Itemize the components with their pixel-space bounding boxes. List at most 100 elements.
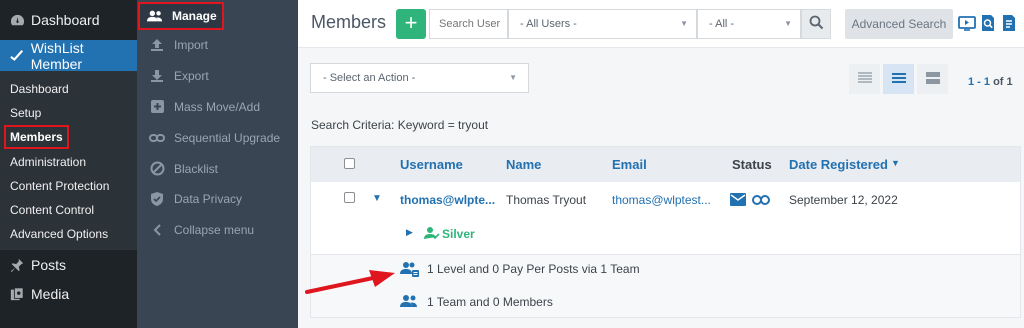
wp-submenu-content-protection[interactable]: Content Protection <box>0 174 137 198</box>
wlm-nav-sequential-upgrade[interactable]: Sequential Upgrade <box>137 122 298 153</box>
chevron-down-icon: ▼ <box>784 19 792 28</box>
ban-icon <box>149 161 165 177</box>
wp-menu-wishlist-member[interactable]: WishList Member <box>0 39 137 72</box>
list-compact-icon <box>857 71 873 88</box>
annotation-arrow <box>305 270 395 294</box>
checkmark-icon <box>9 48 25 64</box>
wp-menu-wishlist-member-label: WishList Member <box>30 39 84 72</box>
wp-menu-posts[interactable]: Posts <box>0 250 137 279</box>
wlm-nav-sequential-upgrade-label: Sequential Upgrade <box>174 130 281 145</box>
wp-menu-dashboard[interactable]: Dashboard <box>0 0 137 40</box>
view-compact-button[interactable] <box>849 64 880 94</box>
advanced-search-button[interactable]: Advanced Search <box>845 9 953 39</box>
search-user-input[interactable] <box>429 9 508 39</box>
list-icon <box>891 71 907 88</box>
sort-desc-icon[interactable]: ▼ <box>891 158 900 168</box>
wlm-nav-export-label: Export <box>174 69 209 84</box>
member-date-registered: September 12, 2022 <box>789 193 898 207</box>
all-filter-select[interactable]: - All - ▼ <box>697 9 801 39</box>
pagination-total: of 1 <box>993 76 1013 88</box>
video-tutorial-icon[interactable] <box>958 14 976 32</box>
chevron-left-icon <box>149 222 165 238</box>
wp-menu-dashboard-label: Dashboard <box>31 12 100 28</box>
member-name: Thomas Tryout <box>506 193 587 207</box>
column-date-registered[interactable]: Date Registered <box>789 157 888 172</box>
team-levels-icon <box>400 261 420 277</box>
wlm-nav-blacklist-label: Blacklist <box>174 161 219 176</box>
page-title: Members <box>311 12 387 32</box>
link-icon <box>149 130 165 146</box>
wlm-nav-data-privacy-label: Data Privacy <box>174 192 243 207</box>
wlm-nav-collapse-menu[interactable]: Collapse menu <box>137 215 298 246</box>
members-header: Members + - All Users - ▼ - All - ▼ Adva… <box>298 0 1024 48</box>
wp-submenu-setup[interactable]: Setup <box>0 101 137 125</box>
member-level-silver[interactable]: Silver <box>442 227 475 241</box>
add-member-button[interactable]: + <box>396 9 426 39</box>
wlm-nav-mass-move[interactable]: Mass Move/Add <box>137 92 298 123</box>
users-filter-value: - All Users - <box>520 18 577 30</box>
table-header: Username Name Email Status Date Register… <box>311 147 1020 182</box>
wlm-nav: Manage Import Export Mass Move/Add Seque… <box>137 0 298 328</box>
wp-submenu-administration[interactable]: Administration <box>0 150 137 174</box>
main-content: Members + - All Users - ▼ - All - ▼ Adva… <box>298 0 1024 328</box>
envelope-icon[interactable] <box>730 193 746 206</box>
search-criteria: Search Criteria: Keyword = tryout <box>311 118 489 132</box>
wp-menu-bottom: Posts Media <box>0 250 137 308</box>
wlm-nav-blacklist[interactable]: Blacklist <box>137 153 298 184</box>
select-action-dropdown[interactable]: - Select an Action - ▼ <box>310 63 529 93</box>
wlm-nav-export[interactable]: Export <box>137 61 298 92</box>
column-name[interactable]: Name <box>506 157 541 172</box>
pagination-range[interactable]: 1 - 1 <box>968 76 990 88</box>
wp-menu-posts-label: Posts <box>31 256 67 273</box>
wp-submenu-members-row: Members <box>0 125 137 150</box>
member-username[interactable]: thomas@wlpte... <box>400 193 495 207</box>
select-action-value: - Select an Action - <box>323 72 416 84</box>
chevron-down-icon: ▼ <box>509 73 517 82</box>
view-expanded-button[interactable] <box>917 64 948 94</box>
dashboard-icon <box>9 12 25 28</box>
plus-square-icon <box>149 99 165 115</box>
pagination-info: 1 - 1 of 1 <box>968 76 1013 88</box>
column-username[interactable]: Username <box>400 157 463 172</box>
chevron-down-icon: ▼ <box>680 19 688 28</box>
member-email[interactable]: thomas@wlptest... <box>612 193 711 207</box>
members-table: Username Name Email Status Date Register… <box>310 146 1021 318</box>
upload-icon <box>149 37 165 53</box>
wp-submenu-content-control[interactable]: Content Control <box>0 198 137 222</box>
view-normal-button[interactable] <box>883 64 914 94</box>
column-status: Status <box>732 157 772 172</box>
users-filter-select[interactable]: - All Users - ▼ <box>508 9 697 39</box>
help-search-icon[interactable] <box>979 14 997 32</box>
wlm-nav-manage[interactable]: Manage <box>138 2 224 30</box>
wlm-nav-import-label: Import <box>174 38 209 53</box>
select-all-checkbox[interactable] <box>344 158 355 169</box>
header-icon-group <box>958 14 1018 32</box>
wlm-nav-import[interactable]: Import <box>137 30 298 61</box>
column-email[interactable]: Email <box>612 157 647 172</box>
wp-menu-media[interactable]: Media <box>0 279 137 308</box>
wp-submenu-members[interactable]: Members <box>4 125 69 150</box>
expand-row-icon[interactable]: ▼ <box>372 193 382 204</box>
all-filter-value: - All - <box>709 18 735 30</box>
search-button[interactable] <box>801 9 831 39</box>
list-expanded-icon <box>925 71 941 88</box>
user-check-icon <box>424 226 440 240</box>
wp-menu-media-label: Media <box>31 285 70 302</box>
wp-submenu-dashboard[interactable]: Dashboard <box>0 77 137 101</box>
wp-submenu: Dashboard Setup Members Administration C… <box>0 71 137 251</box>
wp-submenu-advanced-options[interactable]: Advanced Options <box>0 222 137 246</box>
wp-admin-sidebar: Dashboard WishList Member Dashboard Setu… <box>0 0 137 328</box>
wlm-nav-data-privacy[interactable]: Data Privacy <box>137 184 298 215</box>
wlm-nav-collapse-menu-label: Collapse menu <box>174 223 255 238</box>
team-members-summary: 1 Team and 0 Members <box>427 295 553 309</box>
media-icon <box>9 286 25 302</box>
download-icon <box>149 68 165 84</box>
wlm-nav-mass-move-label: Mass Move/Add <box>174 99 261 114</box>
pushpin-icon <box>9 257 25 273</box>
users-icon <box>147 8 163 24</box>
docs-icon[interactable] <box>1000 14 1018 32</box>
team-details: 1 Level and 0 Pay Per Posts via 1 Team 1… <box>311 255 1020 317</box>
row-checkbox[interactable] <box>344 192 355 203</box>
chevron-right-icon[interactable]: ▶ <box>406 227 413 238</box>
link-icon[interactable] <box>752 194 770 206</box>
